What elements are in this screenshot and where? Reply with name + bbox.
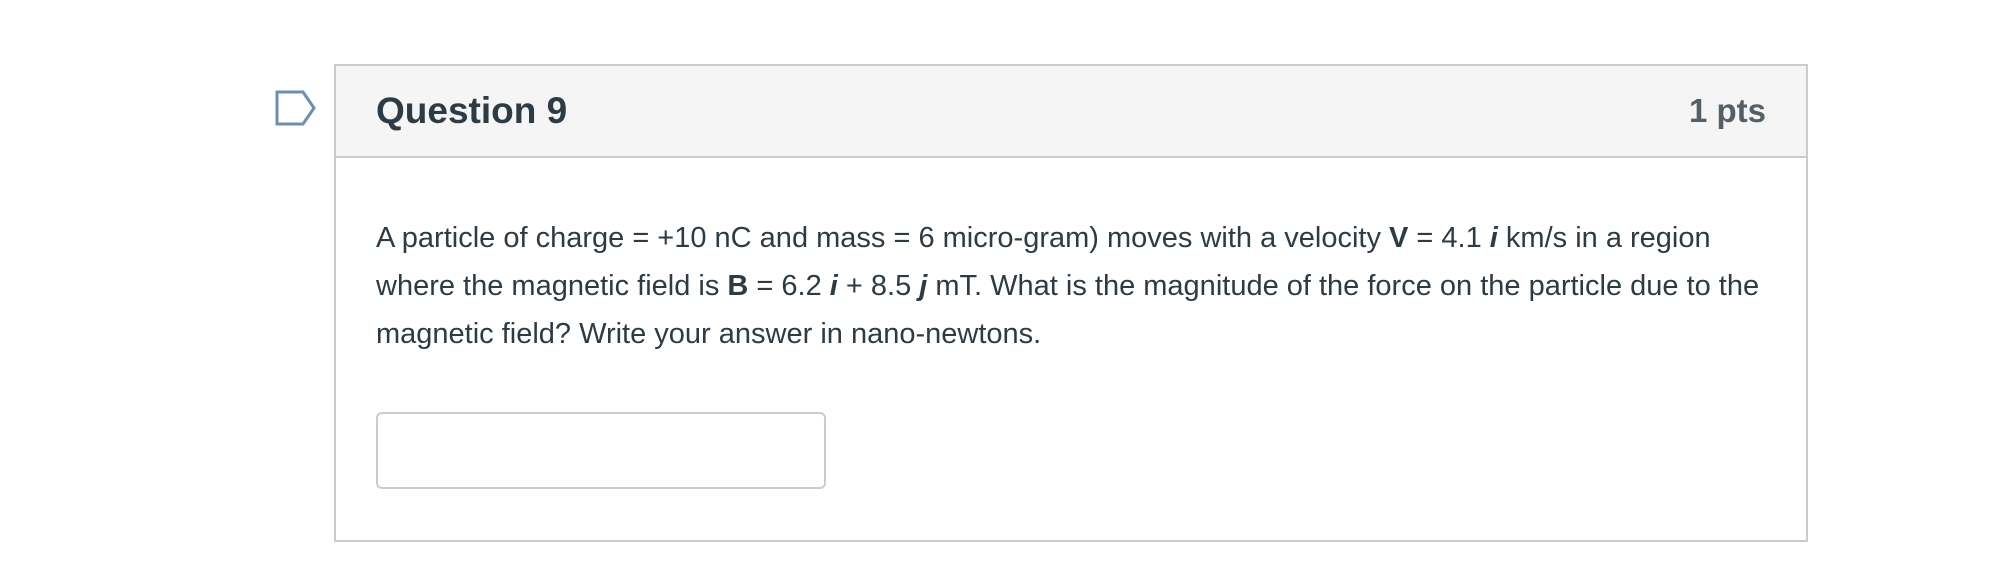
question-body: A particle of charge = +10 nC and mass =… xyxy=(336,158,1806,489)
question-text-part: A particle of charge = +10 nC and mass =… xyxy=(376,222,1390,254)
answer-input[interactable] xyxy=(376,412,826,489)
unit-vector-i: i xyxy=(829,270,838,302)
question-card: Question 9 1 pts A particle of charge = … xyxy=(334,64,1808,542)
question-text-part: = 4.1 xyxy=(1408,222,1490,254)
question-text-part: = 6.2 xyxy=(748,270,830,302)
question-title: Question 9 xyxy=(376,90,568,131)
flag-question-icon[interactable] xyxy=(275,90,317,126)
question-header: Question 9 1 pts xyxy=(336,66,1806,158)
question-text-part: + 8.5 xyxy=(837,270,920,302)
vector-b-label: B xyxy=(727,270,749,302)
vector-v-label: V xyxy=(1389,222,1409,254)
question-text: A particle of charge = +10 nC and mass =… xyxy=(376,214,1766,358)
question-points: 1 pts xyxy=(1688,92,1766,129)
unit-vector-i: i xyxy=(1489,222,1498,254)
